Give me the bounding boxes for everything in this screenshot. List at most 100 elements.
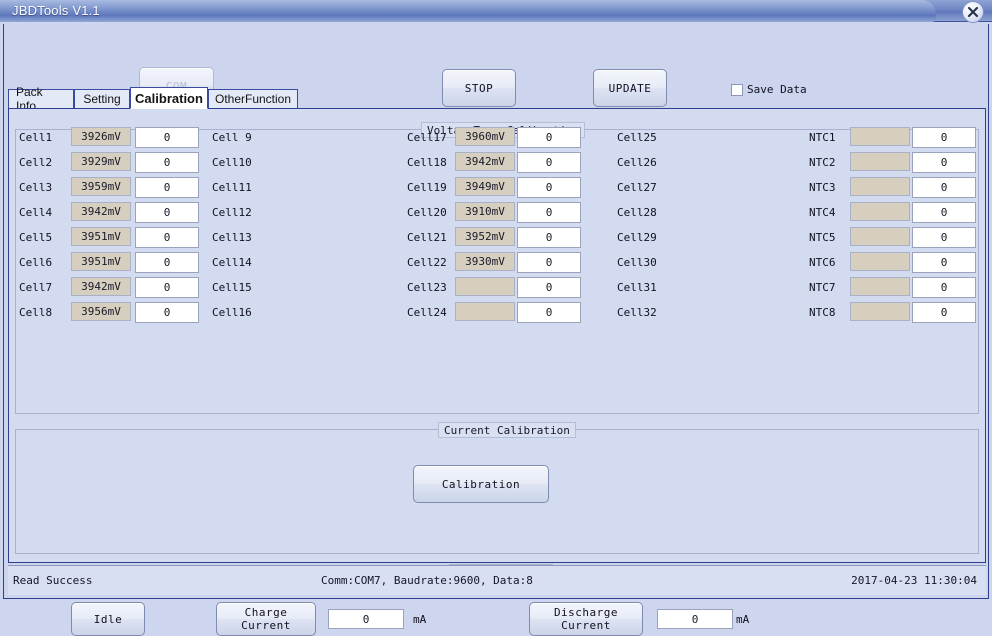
discharge-current-button[interactable]: Discharge Current — [529, 602, 643, 636]
label-cell1: Cell1 — [19, 131, 53, 144]
row-ntc4: NTC4 — [809, 202, 989, 227]
readout-cell5: 3951mV — [71, 227, 131, 246]
input-cell8[interactable]: 0 — [135, 302, 199, 323]
label-ntc7: NTC7 — [809, 281, 836, 294]
close-icon — [967, 6, 979, 18]
label-cell30: Cell30 — [617, 256, 657, 269]
row-cell26: Cell260 — [617, 152, 797, 177]
row-ntc8: NTC8 — [809, 302, 989, 327]
label-cell23: Cell23 — [407, 281, 447, 294]
tab-setting[interactable]: Setting — [74, 89, 130, 109]
label-ntc2: NTC2 — [809, 156, 836, 169]
label-cell12: Cell12 — [212, 206, 252, 219]
label-cell24: Cell24 — [407, 306, 447, 319]
row-cell27: Cell270 — [617, 177, 797, 202]
row-cell17: Cell17 0 — [407, 127, 976, 152]
row-cell32: Cell320 — [617, 302, 797, 327]
tab-calibration[interactable]: Calibration — [130, 87, 208, 109]
label-ntc4: NTC4 — [809, 206, 836, 219]
label-cell14: Cell14 — [212, 256, 252, 269]
label-cell13: Cell13 — [212, 231, 252, 244]
readout-cell1: 3926mV — [71, 127, 131, 146]
label-cell26: Cell26 — [617, 156, 657, 169]
charge-current-input[interactable]: 0 — [328, 609, 404, 629]
readout-cell4: 3942mV — [71, 202, 131, 221]
input-cell7[interactable]: 0 — [135, 277, 199, 298]
row-cell8: Cell8 3956mV 0 — [19, 302, 199, 327]
row-cell16: Cell16 0 — [212, 302, 581, 327]
row-cell31: Cell310 — [617, 277, 797, 302]
input-cell4[interactable]: 0 — [135, 202, 199, 223]
row-ntc5: NTC5 — [809, 227, 989, 252]
row-cell20: Cell20 0 — [407, 202, 976, 227]
row-ntc3: NTC3 — [809, 177, 989, 202]
label-cell4: Cell4 — [19, 206, 53, 219]
row-ntc2: NTC225.3C — [809, 152, 989, 177]
label-cell16: Cell16 — [212, 306, 252, 319]
row-cell30: Cell300 — [617, 252, 797, 277]
row-cell29: Cell290 — [617, 227, 797, 252]
input-cell2[interactable]: 0 — [135, 152, 199, 173]
label-cell32: Cell32 — [617, 306, 657, 319]
tab-otherfunction[interactable]: OtherFunction — [208, 89, 298, 109]
label-ntc6: NTC6 — [809, 256, 836, 269]
row-cell15: Cell15 0 — [212, 277, 581, 302]
label-cell21: Cell21 — [407, 231, 447, 244]
title-bar-gradient — [0, 0, 936, 22]
input-cell6[interactable]: 0 — [135, 252, 199, 273]
input-cell5[interactable]: 0 — [135, 227, 199, 248]
label-cell29: Cell29 — [617, 231, 657, 244]
label-cell28: Cell28 — [617, 206, 657, 219]
input-cell3[interactable]: 0 — [135, 177, 199, 198]
charge-current-button[interactable]: Charge Current — [216, 602, 316, 636]
discharge-unit-label: mA — [736, 613, 750, 626]
label-cell5: Cell5 — [19, 231, 53, 244]
label-cell9: Cell 9 — [212, 131, 252, 144]
row-cell13: Cell13 3952mV 0 — [212, 227, 581, 252]
label-ntc1: NTC1 — [809, 131, 836, 144]
status-datetime: 2017-04-23 11:30:04 — [851, 574, 977, 587]
row-cell22: Cell22 0 — [407, 252, 976, 277]
readout-cell8: 3956mV — [71, 302, 131, 321]
input-cell1[interactable]: 0 — [135, 127, 199, 148]
row-cell3: Cell3 3959mV 0 — [19, 177, 199, 202]
label-cell10: Cell10 — [212, 156, 252, 169]
calibration-button[interactable]: Calibration — [413, 465, 549, 503]
row-cell4: Cell4 3942mV 0 — [19, 202, 199, 227]
label-cell19: Cell19 — [407, 181, 447, 194]
row-cell21: Cell21 0 — [407, 227, 976, 252]
label-cell2: Cell2 — [19, 156, 53, 169]
calibration-panel: VoltageTemp Calibration Current Calibrat… — [8, 108, 989, 636]
label-cell22: Cell22 — [407, 256, 447, 269]
toolbar: COM STOP UPDATE Save Data — [4, 24, 988, 107]
discharge-current-input[interactable]: 0 — [657, 609, 733, 629]
label-cell27: Cell27 — [617, 181, 657, 194]
label-cell7: Cell7 — [19, 281, 53, 294]
row-cell28: Cell280 — [617, 202, 797, 227]
label-cell18: Cell18 — [407, 156, 447, 169]
label-cell15: Cell15 — [212, 281, 252, 294]
row-ntc6: NTC6 — [809, 252, 989, 277]
row-cell19: Cell19 0 — [407, 177, 976, 202]
status-comm-info: Comm:COM7, Baudrate:9600, Data:8 — [321, 574, 533, 587]
main-window: COM STOP UPDATE Save Data Pack Info Setti… — [3, 24, 989, 636]
label-cell31: Cell31 — [617, 281, 657, 294]
label-cell8: Cell8 — [19, 306, 53, 319]
row-cell6: Cell6 3951mV 0 — [19, 252, 199, 277]
readout-cell6: 3951mV — [71, 252, 131, 271]
row-cell12: Cell12 3910mV 0 — [212, 202, 581, 227]
row-cell23: Cell23 0 — [407, 277, 976, 302]
row-cell11: Cell11 3949mV 0 — [212, 177, 581, 202]
row-ntc7: NTC7 — [809, 277, 989, 302]
tab-pack-info[interactable]: Pack Info — [8, 85, 74, 113]
close-button[interactable] — [962, 1, 984, 23]
charge-unit-label: mA — [413, 613, 427, 626]
idle-button[interactable]: Idle — [71, 602, 145, 636]
label-ntc3: NTC3 — [809, 181, 836, 194]
row-cell14: Cell14 3930mV 0 — [212, 252, 581, 277]
label-cell17: Cell17 — [407, 131, 447, 144]
row-cell7: Cell7 3942mV 0 — [19, 277, 199, 302]
label-cell11: Cell11 — [212, 181, 252, 194]
label-ntc5: NTC5 — [809, 231, 836, 244]
status-bar: Read Success Comm:COM7, Baudrate:9600, D… — [8, 565, 986, 595]
